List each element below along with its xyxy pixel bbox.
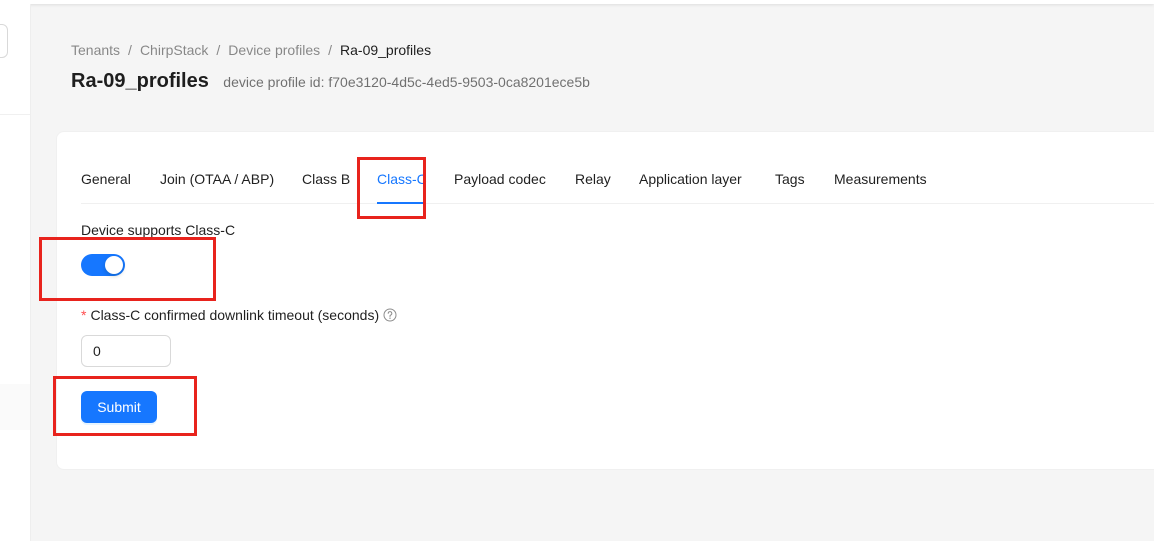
tab-relay[interactable]: Relay — [575, 171, 611, 187]
tab-bar: General Join (OTAA / ABP) Class B Class-… — [81, 157, 1154, 204]
page-subtitle: device profile id: f70e3120-4d5c-4ed5-95… — [223, 74, 590, 90]
sidebar-search-input[interactable] — [0, 24, 8, 58]
breadcrumb-separator: / — [216, 42, 221, 58]
breadcrumb-separator: / — [128, 42, 132, 58]
tab-class-b[interactable]: Class B — [302, 171, 350, 187]
breadcrumb-device-profiles[interactable]: Device profiles — [228, 42, 320, 58]
page-title: Ra-09_profiles — [71, 70, 209, 92]
supports-class-c-label: Device supports Class-C — [81, 222, 236, 238]
app-page: Tenants / ChirpStack / Device profiles / Ra-09… — [0, 0, 1154, 541]
tab-join[interactable]: Join (OTAA / ABP) — [160, 171, 274, 187]
device-profile-card: General Join (OTAA / ABP) Class B Class-… — [56, 131, 1154, 470]
tab-tags[interactable]: Tags — [775, 171, 805, 187]
tab-measurements[interactable]: Measurements — [834, 171, 927, 187]
tab-payload-codec[interactable]: Payload codec — [454, 171, 546, 187]
tab-class-c[interactable]: Class-C — [377, 171, 427, 187]
top-header-bar — [0, 0, 1154, 4]
submit-button[interactable]: Submit — [81, 391, 157, 423]
active-tab-indicator — [377, 202, 423, 204]
tab-general[interactable]: General — [81, 171, 131, 187]
tab-application-layer[interactable]: Application layer — [639, 171, 742, 187]
page-header: Ra-09_profiles device profile id: f70e31… — [71, 70, 590, 93]
sidebar — [0, 4, 31, 541]
sidebar-item[interactable] — [0, 384, 30, 430]
sidebar-divider — [0, 114, 30, 115]
breadcrumb-chirpstack[interactable]: ChirpStack — [140, 42, 208, 58]
timeout-input[interactable] — [81, 335, 171, 367]
switch-knob — [105, 256, 123, 274]
supports-class-c-switch[interactable] — [81, 254, 125, 276]
breadcrumb: Tenants / ChirpStack / Device profiles / Ra-09… — [71, 42, 431, 58]
timeout-label: * Class-C confirmed downlink timeout (sec… — [81, 307, 397, 325]
question-circle-icon[interactable] — [383, 308, 397, 325]
required-mark: * — [81, 307, 87, 323]
breadcrumb-current: Ra-09_profiles — [340, 42, 432, 58]
breadcrumb-tenants[interactable]: Tenants — [71, 42, 120, 58]
breadcrumb-separator: / — [328, 42, 333, 58]
timeout-label-text: Class-C confirmed downlink timeout (seco… — [90, 307, 380, 323]
